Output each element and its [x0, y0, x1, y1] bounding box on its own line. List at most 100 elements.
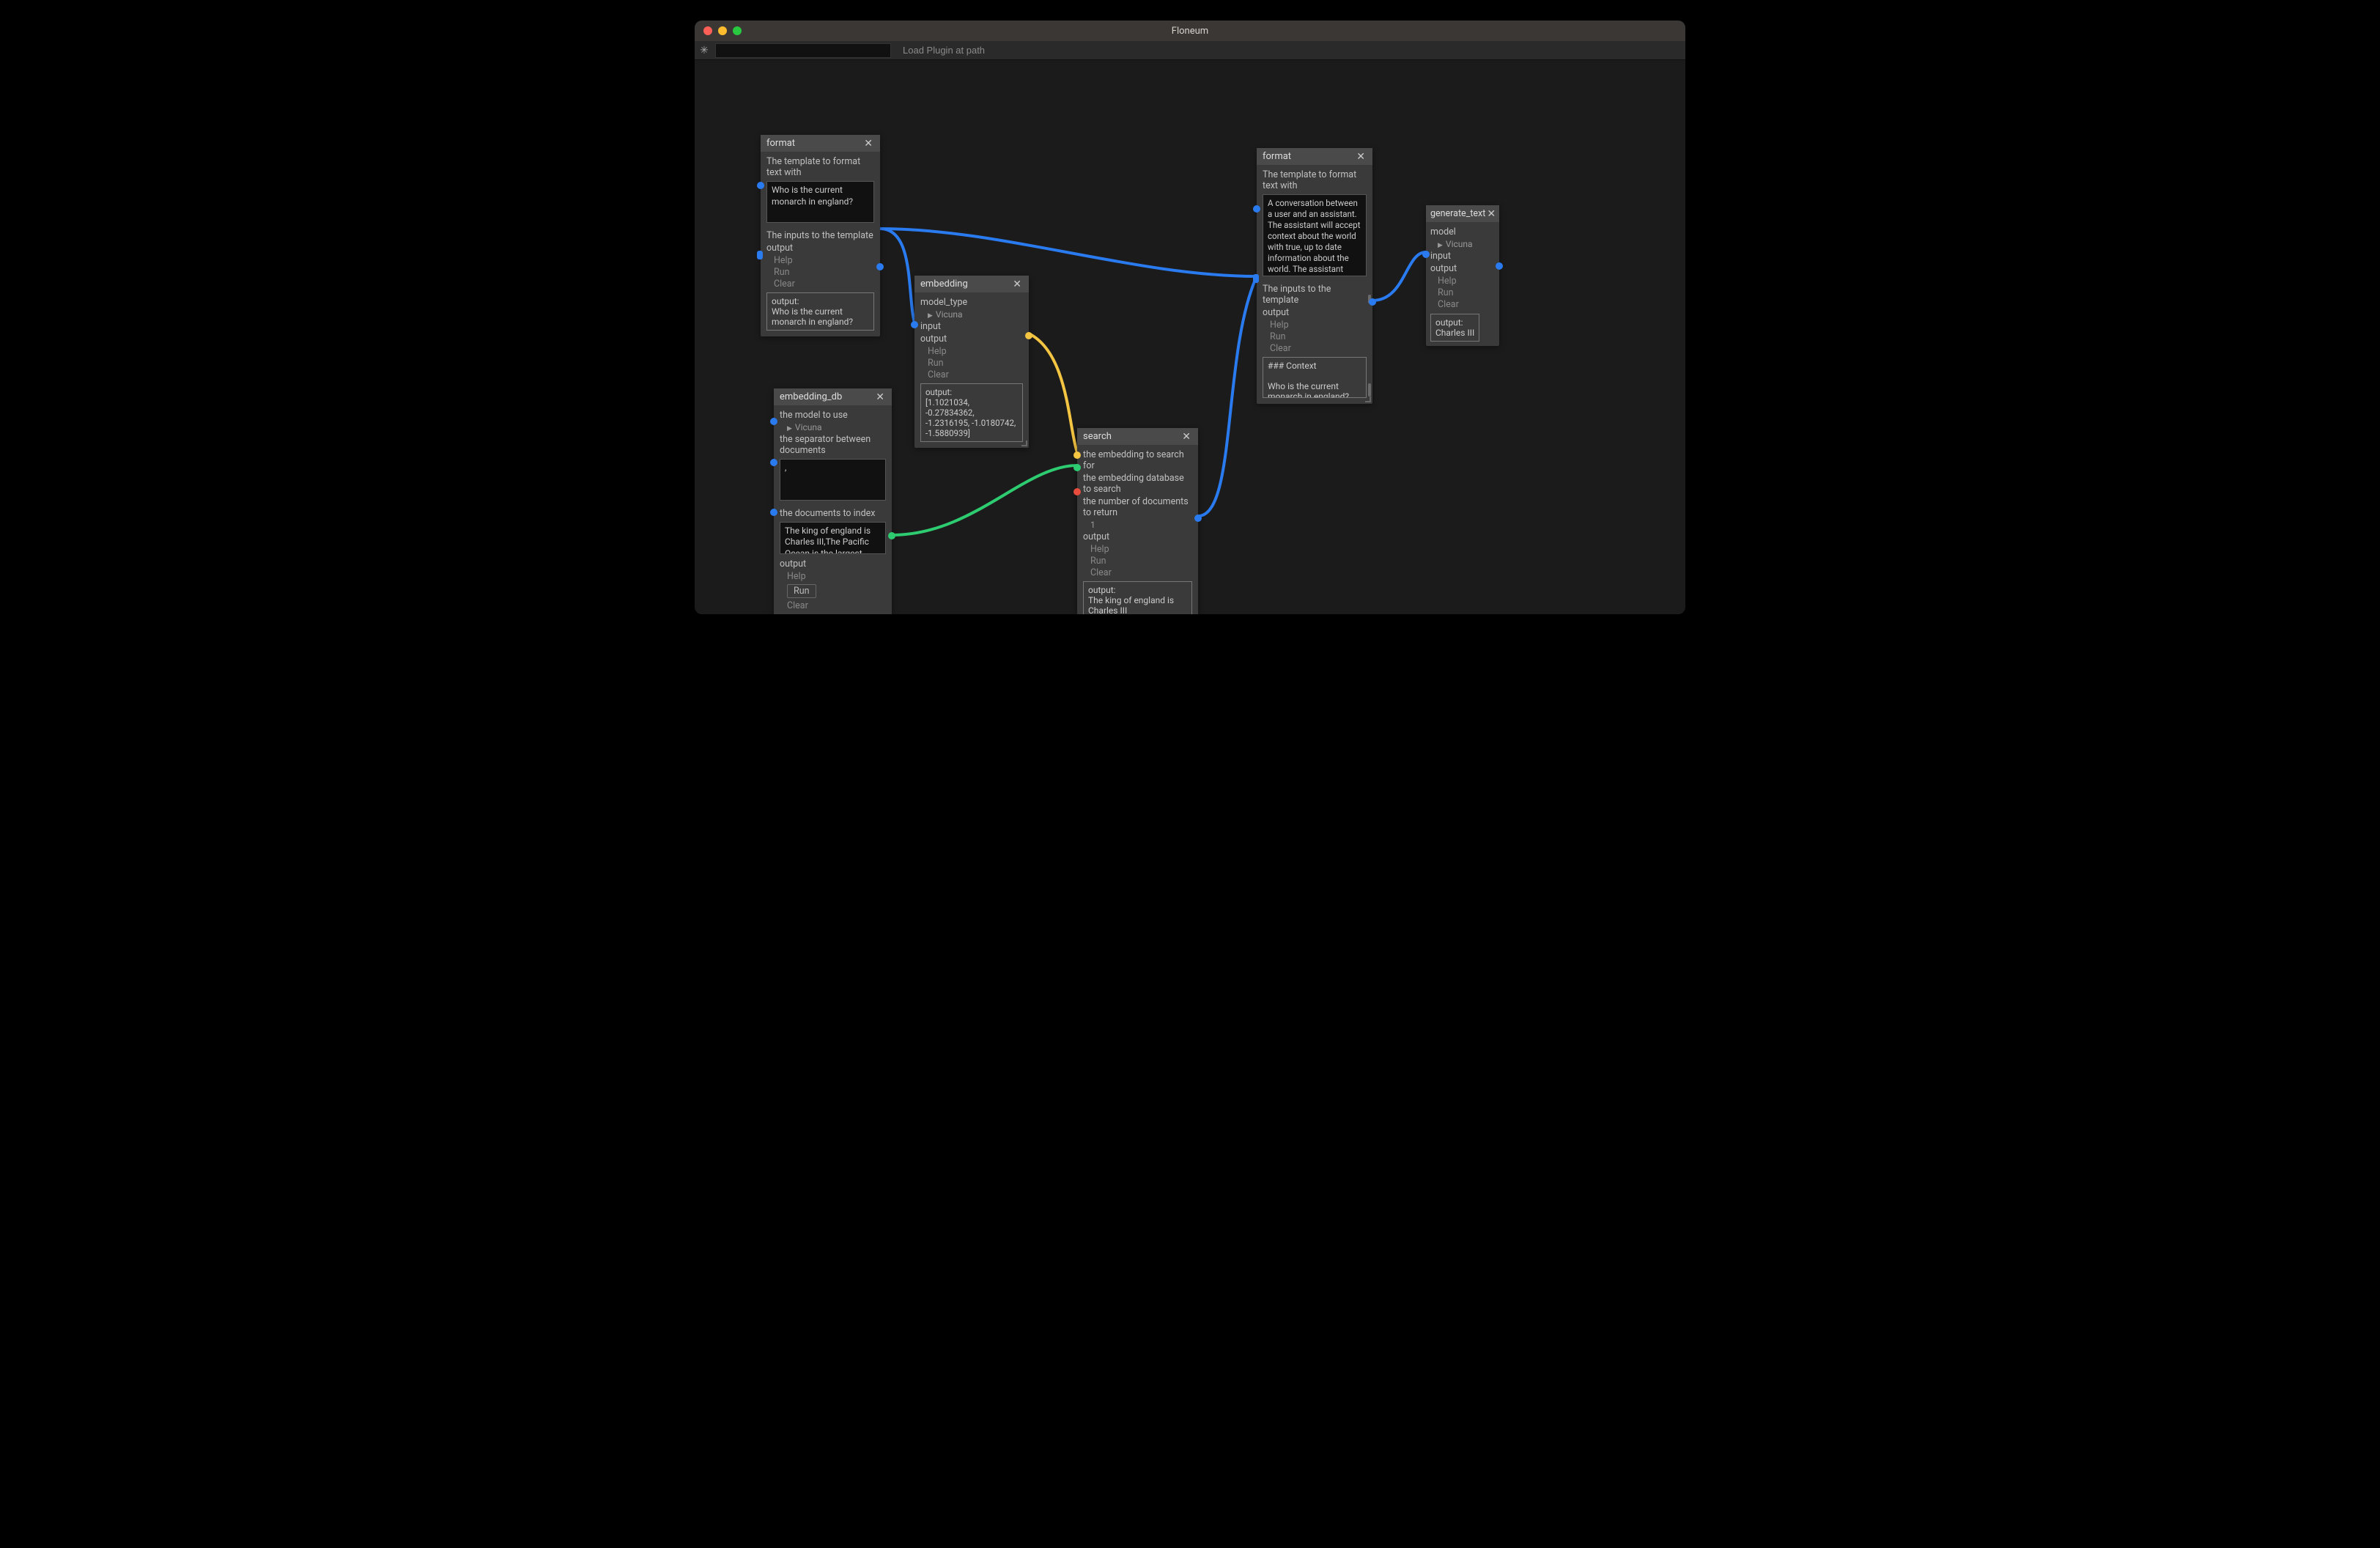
- output-label: output: [1430, 263, 1495, 274]
- input-label: input: [1430, 251, 1495, 262]
- model-value[interactable]: ▶Vicuna: [1438, 239, 1495, 249]
- port-in-separator[interactable]: [770, 459, 777, 466]
- help-button[interactable]: Help: [928, 346, 1023, 357]
- clear-button[interactable]: Clear: [774, 279, 874, 290]
- zoom-window-button[interactable]: [733, 26, 742, 35]
- node-search[interactable]: search ✕ the embedding to search for the…: [1077, 428, 1198, 614]
- port-out-output[interactable]: [1194, 515, 1202, 522]
- node-header[interactable]: embedding_db ✕: [774, 388, 892, 405]
- node-generate-text[interactable]: generate_text ✕ model ▶Vicuna input outp…: [1426, 205, 1499, 346]
- port-out-output[interactable]: [1025, 332, 1032, 339]
- port-in-model[interactable]: [770, 418, 777, 425]
- window-title: Floneum: [695, 26, 1685, 37]
- run-button[interactable]: Run: [774, 267, 874, 278]
- clear-button[interactable]: Clear: [1090, 567, 1192, 578]
- model-type-label: model_type: [920, 297, 1023, 308]
- port-in-input[interactable]: [911, 321, 918, 328]
- output-label: output: [766, 243, 874, 254]
- port-in-template[interactable]: [757, 182, 764, 189]
- inputs-label: The inputs to the template: [766, 230, 874, 241]
- clear-button[interactable]: Clear: [787, 600, 886, 611]
- close-icon[interactable]: ✕: [1355, 152, 1367, 162]
- documents-input[interactable]: [780, 522, 886, 554]
- run-button[interactable]: Run: [1270, 331, 1367, 342]
- close-icon[interactable]: ✕: [862, 139, 874, 149]
- close-icon[interactable]: ✕: [874, 392, 886, 402]
- port-in-inputs[interactable]: [1253, 274, 1259, 283]
- output-label: output: [1083, 531, 1192, 542]
- load-plugin-button[interactable]: Load Plugin at path: [897, 43, 991, 57]
- port-in-num-docs[interactable]: [1073, 488, 1081, 495]
- toolbar: ✳ Load Plugin at path: [695, 41, 1685, 60]
- triangle-right-icon: ▶: [1438, 242, 1443, 249]
- port-in-embedding[interactable]: [1073, 452, 1081, 459]
- close-icon[interactable]: ✕: [1180, 432, 1192, 442]
- port-out-output[interactable]: [888, 532, 895, 539]
- close-icon[interactable]: ✕: [1485, 209, 1497, 219]
- node-canvas[interactable]: format ✕ The template to format text wit…: [695, 60, 1685, 614]
- node-title: format: [766, 138, 795, 149]
- scroll-indicator[interactable]: [1368, 383, 1371, 397]
- clear-button[interactable]: Clear: [1270, 343, 1367, 354]
- port-out-output[interactable]: [1496, 262, 1503, 270]
- clear-button[interactable]: Clear: [1438, 299, 1495, 310]
- run-button[interactable]: Run: [1438, 287, 1495, 298]
- separator-input[interactable]: [780, 459, 886, 501]
- help-button[interactable]: Help: [1090, 544, 1192, 555]
- node-embedding-db[interactable]: embedding_db ✕ the model to use ▶Vicuna …: [774, 388, 892, 614]
- titlebar[interactable]: Floneum: [695, 21, 1685, 41]
- resize-handle[interactable]: [1021, 441, 1027, 446]
- resize-handle[interactable]: [1365, 397, 1371, 402]
- node-header[interactable]: search ✕: [1077, 428, 1198, 445]
- port-in-database[interactable]: [1073, 464, 1081, 471]
- close-icon[interactable]: ✕: [1011, 279, 1023, 290]
- template-input[interactable]: [766, 181, 874, 223]
- output-label: output: [780, 559, 886, 570]
- node-title: generate_text: [1430, 208, 1485, 219]
- run-button[interactable]: Run: [1090, 556, 1192, 567]
- run-button[interactable]: Run: [787, 584, 816, 598]
- embedding-label: the embedding to search for: [1083, 449, 1192, 471]
- template-input[interactable]: [1263, 194, 1367, 276]
- output-box: ### Context Who is the current monarch i…: [1263, 357, 1367, 398]
- run-button[interactable]: Run: [928, 358, 1023, 369]
- separator-label: the separator between documents: [780, 434, 886, 456]
- port-in-inputs[interactable]: [757, 251, 763, 259]
- node-header[interactable]: generate_text ✕: [1426, 205, 1499, 222]
- output-box: output: Charles III: [1430, 314, 1479, 342]
- clear-button[interactable]: Clear: [928, 369, 1023, 380]
- help-button[interactable]: Help: [787, 571, 886, 582]
- model-value[interactable]: ▶Vicuna: [787, 422, 886, 432]
- node-header[interactable]: format ✕: [761, 135, 880, 152]
- help-button[interactable]: Help: [1438, 276, 1495, 287]
- node-embedding[interactable]: embedding ✕ model_type ▶Vicuna input out…: [914, 276, 1029, 448]
- node-header[interactable]: format ✕: [1257, 148, 1372, 165]
- output-label: output: [1263, 307, 1367, 318]
- port-in-template[interactable]: [1253, 205, 1260, 213]
- num-value[interactable]: 1: [1090, 520, 1192, 530]
- inputs-label: The inputs to the template: [1263, 284, 1367, 306]
- node-format-2[interactable]: format ✕ The template to format text wit…: [1257, 148, 1372, 404]
- gear-icon[interactable]: ✳: [695, 45, 714, 56]
- plugin-path-input[interactable]: [715, 43, 891, 58]
- node-format-1[interactable]: format ✕ The template to format text wit…: [761, 135, 880, 336]
- port-out-output[interactable]: [876, 263, 884, 270]
- triangle-right-icon: ▶: [928, 312, 933, 320]
- node-title: format: [1263, 151, 1291, 162]
- output-box: output: Who is the current monarch in en…: [766, 292, 874, 331]
- port-in-documents[interactable]: [770, 509, 777, 516]
- port-out-output[interactable]: [1369, 298, 1376, 306]
- model-label: the model to use: [780, 410, 886, 421]
- input-label: input: [920, 321, 1023, 332]
- help-button[interactable]: Help: [774, 255, 874, 266]
- node-title: embedding: [920, 279, 968, 290]
- close-window-button[interactable]: [703, 26, 712, 35]
- port-in-input[interactable]: [1422, 251, 1430, 258]
- help-button[interactable]: Help: [1270, 320, 1367, 331]
- minimize-window-button[interactable]: [718, 26, 727, 35]
- template-desc-label: The template to format text with: [766, 156, 874, 178]
- model-type-value[interactable]: ▶Vicuna: [928, 309, 1023, 320]
- output-box: output: [1.1021034, -0.27834362, -1.2316…: [920, 383, 1023, 442]
- template-desc-label: The template to format text with: [1263, 169, 1367, 191]
- node-header[interactable]: embedding ✕: [914, 276, 1029, 292]
